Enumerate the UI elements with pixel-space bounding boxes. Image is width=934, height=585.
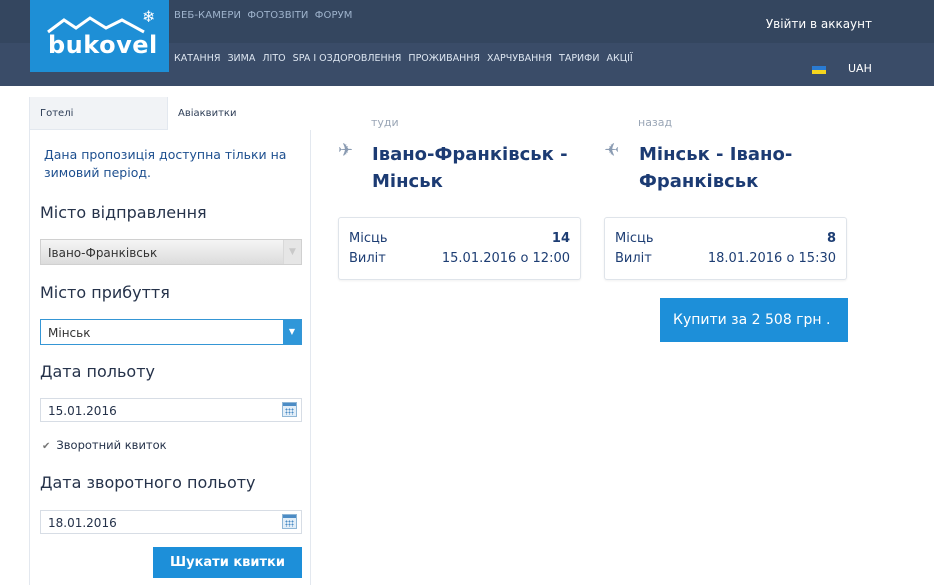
outbound-flight-card: Місць 14 Виліт 15.01.2016 о 12:00 xyxy=(338,217,581,280)
departure-value: 15.01.2016 о 12:00 xyxy=(441,251,570,266)
top-nav: ВЕБ-КАМЕРИ ФОТОЗВІТИ ФОРУМ xyxy=(174,10,356,21)
chevron-down-icon: ▼ xyxy=(283,320,301,344)
logo-text: bukovel xyxy=(48,31,158,59)
departure-label: Виліт xyxy=(349,251,386,266)
logo[interactable]: ❄ bukovel xyxy=(30,0,169,72)
return-date-value: 18.01.2016 xyxy=(48,516,117,530)
ukraine-flag-icon[interactable] xyxy=(812,66,826,74)
buy-button[interactable]: Купити за 2 508 грн . xyxy=(660,298,848,342)
arrival-city-value: Мінськ xyxy=(48,326,91,340)
outbound-route-line1: Івано-Франківськ - xyxy=(372,144,568,165)
main-nav-item-winter[interactable]: ЗИМА xyxy=(227,53,255,64)
seats-label: Місць xyxy=(615,231,654,246)
outbound-route-line2: Мінськ xyxy=(372,171,443,192)
return-ticket-label: Зворотний квиток xyxy=(56,438,167,452)
return-ticket-checkbox[interactable]: ✔ Зворотний квиток xyxy=(42,438,167,452)
main-nav-item-food[interactable]: ХАРЧУВАННЯ xyxy=(487,53,552,64)
winter-only-note: Дана пропозиція доступна тільки на зимов… xyxy=(44,147,287,180)
flight-date-label: Дата польоту xyxy=(40,362,155,381)
checkmark-icon: ✔ xyxy=(42,441,51,452)
plane-departure-icon: ✈ xyxy=(338,140,354,161)
plane-return-icon: ✈ xyxy=(604,140,620,161)
outbound-route: Івано-Франківськ - Мінськ xyxy=(372,141,568,195)
departure-value: 18.01.2016 о 15:30 xyxy=(707,251,836,266)
return-route: Мінськ - Івано- Франківськ xyxy=(639,141,792,195)
flight-date-value: 15.01.2016 xyxy=(48,404,117,418)
return-direction-label: назад xyxy=(638,116,673,129)
currency-selector[interactable]: UAH xyxy=(848,62,872,75)
departure-label: Виліт xyxy=(615,251,652,266)
flight-date-input[interactable]: 15.01.2016 xyxy=(40,398,302,422)
main-nav-item-promotions[interactable]: АКЦІЇ xyxy=(606,53,632,64)
seats-label: Місць xyxy=(349,231,388,246)
main-nav-item-accommodation[interactable]: ПРОЖИВАННЯ xyxy=(408,53,480,64)
main-nav-item-tariffs[interactable]: ТАРИФИ xyxy=(559,53,599,64)
tab-flights[interactable]: Авіаквитки xyxy=(168,97,311,130)
tabs: Готелі Авіаквитки xyxy=(30,97,311,130)
search-panel: Готелі Авіаквитки Дана пропозиція доступ… xyxy=(29,97,311,585)
main-nav-item-spa[interactable]: SPA І ОЗДОРОВЛЕННЯ xyxy=(293,53,402,64)
arrival-city-label: Місто прибуття xyxy=(40,283,170,302)
site-header: ❄ bukovel ВЕБ-КАМЕРИ ФОТОЗВІТИ ФОРУМ КАТ… xyxy=(0,0,934,86)
return-date-input[interactable]: 18.01.2016 xyxy=(40,510,302,534)
main-nav-item-skiing[interactable]: КАТАННЯ xyxy=(174,53,220,64)
main-nav: КАТАННЯ ЗИМА ЛІТО SPA І ОЗДОРОВЛЕННЯ ПРО… xyxy=(174,53,637,64)
outbound-direction-label: туди xyxy=(371,116,399,129)
calendar-icon[interactable] xyxy=(282,514,297,529)
calendar-icon[interactable] xyxy=(282,402,297,417)
departure-city-label: Місто відправлення xyxy=(40,203,207,222)
top-nav-item-webcams[interactable]: ВЕБ-КАМЕРИ xyxy=(174,10,241,21)
seats-value: 14 xyxy=(551,231,570,246)
top-nav-item-forum[interactable]: ФОРУМ xyxy=(315,10,353,21)
tab-hotels[interactable]: Готелі xyxy=(30,97,168,130)
return-route-line1: Мінськ - Івано- xyxy=(639,144,793,165)
seats-value: 8 xyxy=(826,231,836,246)
search-tickets-button[interactable]: Шукати квитки xyxy=(153,547,302,578)
snowflake-icon: ❄ xyxy=(142,7,156,26)
return-route-line2: Франківськ xyxy=(639,171,759,192)
departure-city-value: Івано-Франківськ xyxy=(48,246,158,260)
main-nav-item-summer[interactable]: ЛІТО xyxy=(262,53,285,64)
return-flight-card: Місць 8 Виліт 18.01.2016 о 15:30 xyxy=(604,217,847,280)
departure-city-select[interactable]: Івано-Франківськ ▼ xyxy=(40,239,302,265)
chevron-down-icon: ▼ xyxy=(283,240,301,264)
top-nav-item-photo-reports[interactable]: ФОТОЗВІТИ xyxy=(247,10,308,21)
login-link[interactable]: Увійти в аккаунт xyxy=(766,17,872,31)
return-date-label: Дата зворотного польоту xyxy=(40,473,256,492)
arrival-city-select[interactable]: Мінськ ▼ xyxy=(40,319,302,345)
